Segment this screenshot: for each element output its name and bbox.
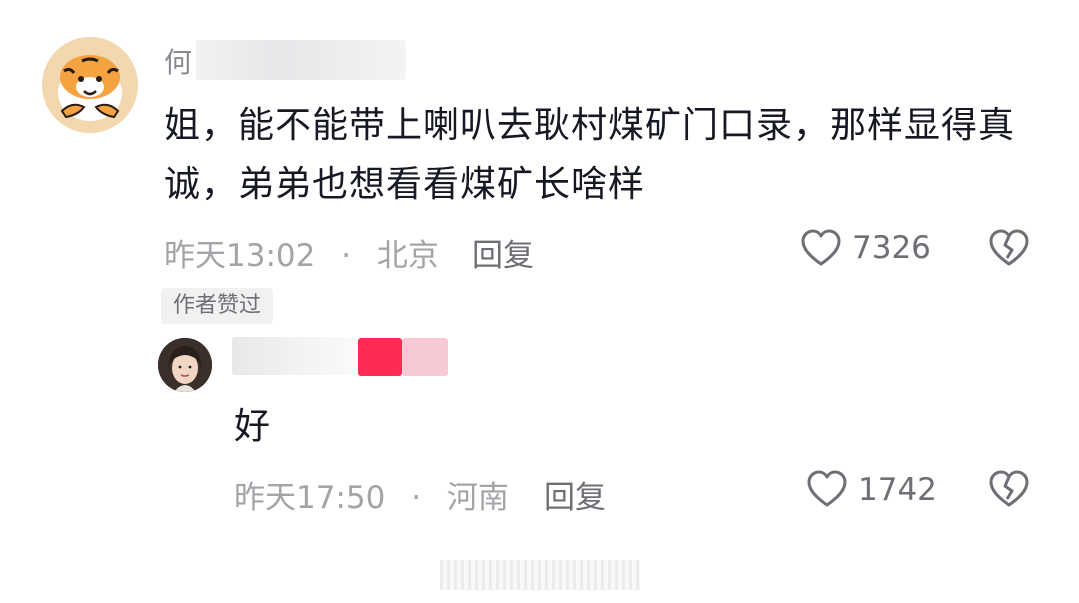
author-liked-badge: 作者赞过 xyxy=(161,288,274,324)
comment-text: 姐，能不能带上喇叭去耿村煤矿门口录，那样显得真诚，弟弟也想看看煤矿长啥样 xyxy=(164,105,1016,205)
commenter-username[interactable]: 何 xyxy=(164,44,192,82)
reply-reply-button[interactable]: 回复 xyxy=(544,472,606,517)
heart-outline-icon xyxy=(801,229,841,266)
tiger-avatar-icon xyxy=(42,37,138,133)
meta-separator: · xyxy=(411,480,422,516)
reply-like-button[interactable] xyxy=(806,469,848,509)
comment-location: 北京 xyxy=(376,238,439,274)
broken-heart-icon xyxy=(989,229,1029,266)
comment-like-button[interactable] xyxy=(800,228,842,268)
comment-dislike-button[interactable] xyxy=(988,228,1030,268)
heart-outline-icon xyxy=(807,470,847,507)
broken-heart-icon xyxy=(989,470,1029,507)
reply-text: 好 xyxy=(234,406,272,447)
reply-dislike-button[interactable] xyxy=(988,469,1030,509)
comment-reply-button[interactable]: 回复 xyxy=(472,230,534,275)
reply-like-count: 1742 xyxy=(858,472,937,508)
meta-separator: · xyxy=(341,238,352,274)
reply-username-redaction xyxy=(232,337,362,375)
replier-avatar[interactable] xyxy=(158,338,212,392)
comment-time: 昨天13:02 xyxy=(164,238,316,274)
creator-tag-redacted xyxy=(358,338,402,376)
creator-tag-redacted-right xyxy=(402,338,448,376)
username-redaction xyxy=(196,40,406,80)
commenter-avatar[interactable] xyxy=(42,37,138,133)
reply-location: 河南 xyxy=(446,480,509,516)
watermark-blur xyxy=(440,560,640,590)
reply-time: 昨天17:50 xyxy=(234,480,386,516)
comment-like-count: 7326 xyxy=(852,230,931,266)
user-photo-icon xyxy=(158,338,212,392)
